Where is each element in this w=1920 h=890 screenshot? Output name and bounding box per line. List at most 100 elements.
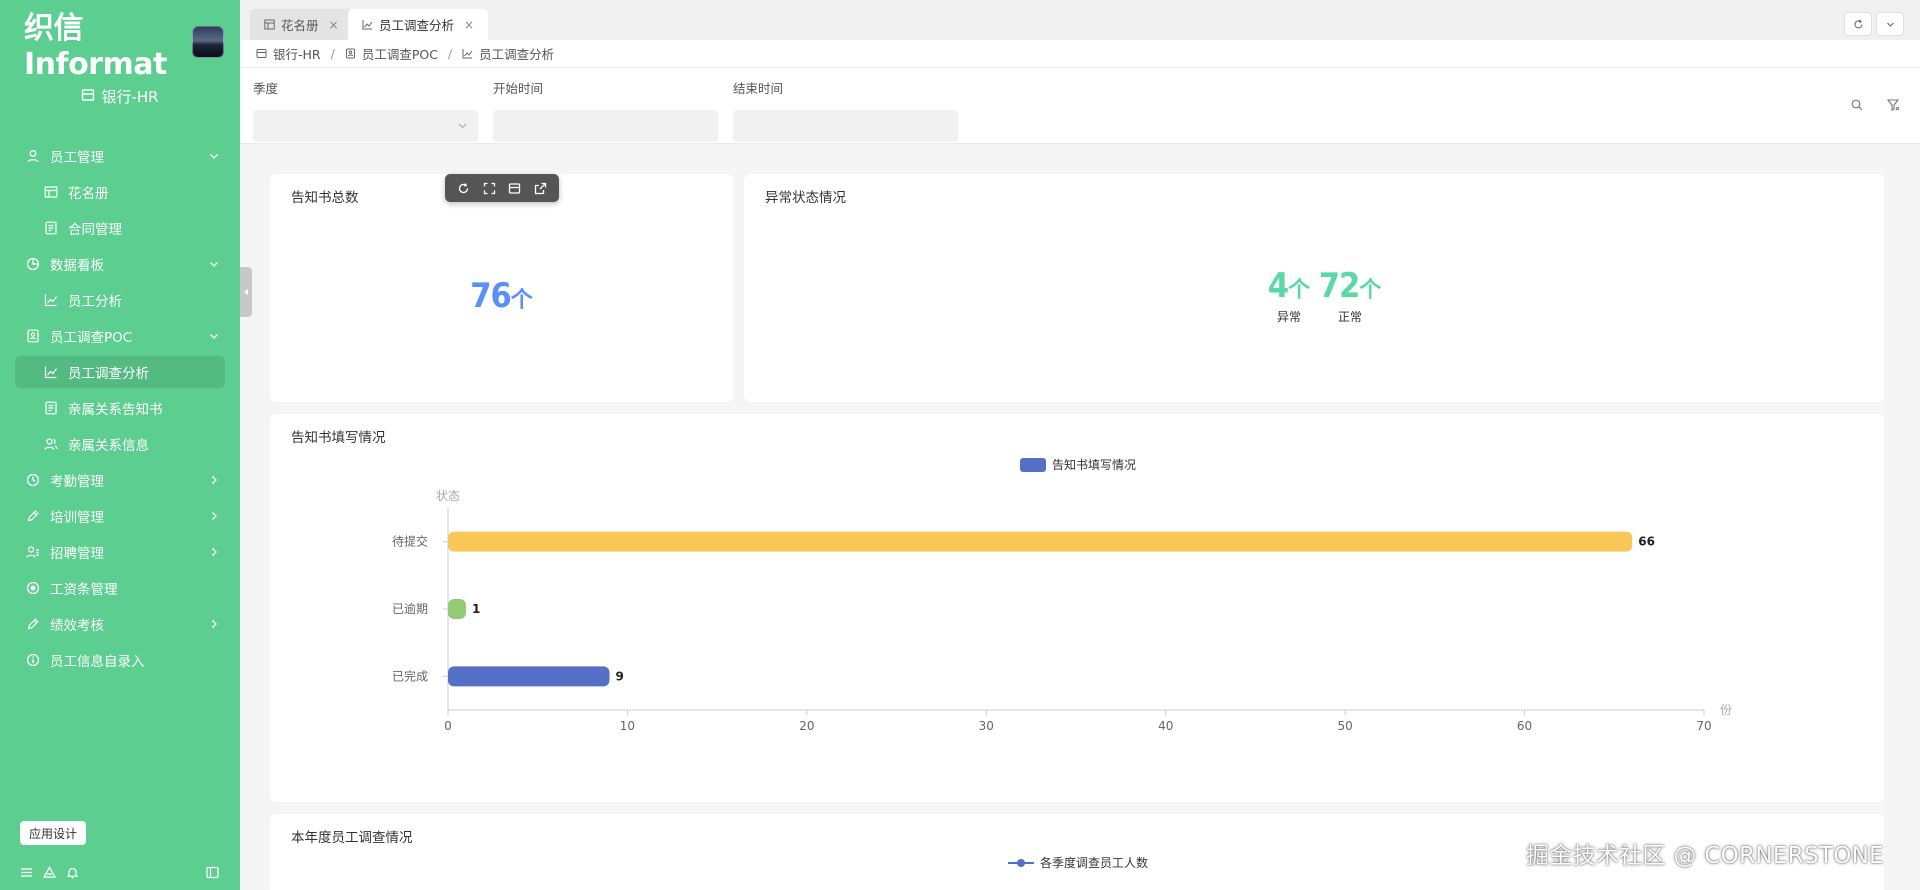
line-chart-icon (44, 365, 58, 379)
x-tick-label: 0 (444, 719, 452, 733)
sidebar-item-5[interactable]: 员工调查POC (0, 318, 240, 354)
sidebar-item-12[interactable]: 工资条管理 (0, 570, 240, 606)
menu-icon[interactable] (20, 866, 33, 883)
tab-bar: 花名册 × 员工调查分析 × (240, 0, 1920, 40)
chart-legend-label[interactable]: 告知书填写情况 (1052, 458, 1136, 472)
end-date-input[interactable] (733, 110, 958, 142)
clear-filter-icon[interactable] (1886, 98, 1900, 112)
sidebar-item-1[interactable]: 花名册 (0, 174, 240, 210)
triangle-left-icon (244, 289, 248, 295)
abnormal-unit: 个 (1288, 278, 1311, 303)
document-icon (44, 401, 58, 415)
tab-roster[interactable]: 花名册 × (250, 9, 353, 40)
sidebar-item-7[interactable]: 亲属关系告知书 (0, 390, 240, 426)
normal-label: 正常 (1337, 310, 1362, 324)
bar-0[interactable] (448, 666, 610, 687)
sidebar-item-10[interactable]: 培训管理 (0, 498, 240, 534)
abnormal-kpi: 4个 异常 (1261, 266, 1317, 325)
line-chart-icon (44, 293, 58, 307)
sidebar-item-11[interactable]: 招聘管理 (0, 534, 240, 570)
bell-icon[interactable] (66, 866, 79, 883)
sidebar-nav: 员工管理花名册合同管理数据看板员工分析员工调查POC 员工调查分析亲属关系告知书亲… (0, 138, 240, 678)
refresh-button[interactable] (1844, 12, 1872, 36)
refresh-icon[interactable] (457, 182, 470, 195)
radio-icon (26, 581, 40, 595)
app-design-button[interactable]: 应用设计 (20, 821, 87, 845)
chevron-right-icon (212, 620, 217, 628)
sidebar: 织信 Informat 银行-HR 员工管理 花名册 合同管理 数据看板 员工分析 员工调… (0, 0, 240, 890)
chevron-down-icon (210, 154, 218, 159)
sidebar-item-label: 考勤管理 (50, 474, 104, 490)
sidebar-item-8[interactable]: 亲属关系信息 (0, 426, 240, 462)
sidebar-item-14[interactable]: 员工信息自录入 (0, 642, 240, 678)
users-icon (44, 437, 58, 451)
sidebar-collapse-handle[interactable] (240, 267, 252, 317)
sidebar-item-3[interactable]: 数据看板 (0, 246, 240, 282)
breadcrumb-item-org[interactable]: 银行-HR (273, 44, 321, 63)
sidebar-item-6[interactable]: 员工调查分析 (0, 354, 240, 390)
sidebar-item-9[interactable]: 考勤管理 (0, 462, 240, 498)
user-avatar[interactable] (192, 26, 224, 58)
pencil-icon (26, 509, 40, 523)
clock-icon (26, 473, 40, 487)
filter-start-label: 开始时间 (493, 81, 544, 96)
sidebar-item-2[interactable]: 合同管理 (0, 210, 240, 246)
breadcrumb-separator: / (447, 46, 453, 61)
sidebar-item-label: 招聘管理 (50, 546, 104, 562)
sidebar-item-0[interactable]: 员工管理 (0, 138, 240, 174)
x-tick-label: 40 (1158, 719, 1173, 733)
chart-toolbar (445, 174, 559, 202)
id-card-icon (26, 329, 40, 343)
search-icon[interactable] (1850, 98, 1864, 112)
tab-survey-analysis[interactable]: 员工调查分析 × (348, 9, 489, 40)
total-notice-value: 76 (470, 276, 512, 316)
bar-2[interactable] (448, 531, 1633, 552)
card-view-icon[interactable] (508, 182, 521, 195)
sidebar-item-label: 合同管理 (68, 222, 122, 238)
chevron-down-icon (458, 123, 467, 129)
breadcrumb-item-poc[interactable]: 员工调查POC (362, 44, 438, 63)
theme-icon[interactable] (42, 866, 57, 883)
chevron-right-icon (212, 476, 217, 484)
sidebar-item-label: 花名册 (68, 186, 109, 202)
start-date-input[interactable] (493, 110, 718, 142)
filter-start: 开始时间 (493, 78, 718, 142)
filter-end-label: 结束时间 (733, 81, 784, 96)
sidebar-item-label: 员工分析 (68, 294, 122, 310)
notice-fill-bar-chart: 告知书填写情况状态份 0 10 20 30 40 50 60 70 已完成 9 已逾期 1 待提交 66 (392, 458, 1732, 733)
annual-survey-legend-label: 各季度调查员工人数 (1040, 856, 1149, 870)
bar-value-label: 9 (615, 669, 623, 683)
abnormal-status-title: 异常状态情况 (765, 190, 846, 206)
x-axis-label: 份 (1720, 703, 1732, 717)
bar-1[interactable] (448, 599, 466, 619)
annual-survey-title: 本年度员工调查情况 (291, 830, 413, 846)
total-notice-title: 告知书总数 (291, 190, 359, 206)
chevron-down-icon (210, 334, 218, 339)
org-name[interactable]: 银行-HR (0, 86, 240, 107)
pencil-icon (26, 617, 40, 631)
chart-legend-swatch[interactable] (1020, 458, 1046, 472)
fullscreen-icon[interactable] (483, 182, 496, 195)
close-icon[interactable]: × (464, 18, 474, 32)
external-link-icon[interactable] (534, 182, 547, 195)
annual-survey-legend[interactable]: 各季度调查员工人数 (1008, 854, 1148, 871)
sidebar-item-13[interactable]: 绩效考核 (0, 606, 240, 642)
sidebar-item-4[interactable]: 员工分析 (0, 282, 240, 318)
y-tick-label: 已逾期 (392, 601, 428, 616)
tab-label: 花名册 (281, 18, 319, 33)
org-icon (81, 88, 95, 106)
sidebar-item-label: 员工调查分析 (68, 366, 149, 382)
filter-bar: 季度 开始时间 结束时间 (240, 68, 1920, 144)
sidebar-item-label: 培训管理 (50, 510, 104, 526)
x-tick-label: 10 (620, 719, 635, 733)
x-tick-label: 50 (1338, 719, 1353, 733)
breadcrumb-separator: / (330, 46, 335, 61)
sidebar-item-label: 亲属关系信息 (68, 438, 149, 454)
breadcrumb-item-current: 员工调查分析 (479, 47, 555, 62)
close-icon[interactable]: × (329, 18, 339, 32)
tabs-menu-button[interactable] (1876, 12, 1904, 36)
notice-fill-chart-card: 告知书填写情况 告知书填写情况 状态份 0 10 20 30 40 50 60 70 已完成 9 已逾期… (270, 414, 1884, 802)
collapse-sidebar-icon[interactable] (206, 866, 219, 879)
quarter-select[interactable] (253, 110, 478, 142)
chevron-down-icon (210, 262, 218, 267)
